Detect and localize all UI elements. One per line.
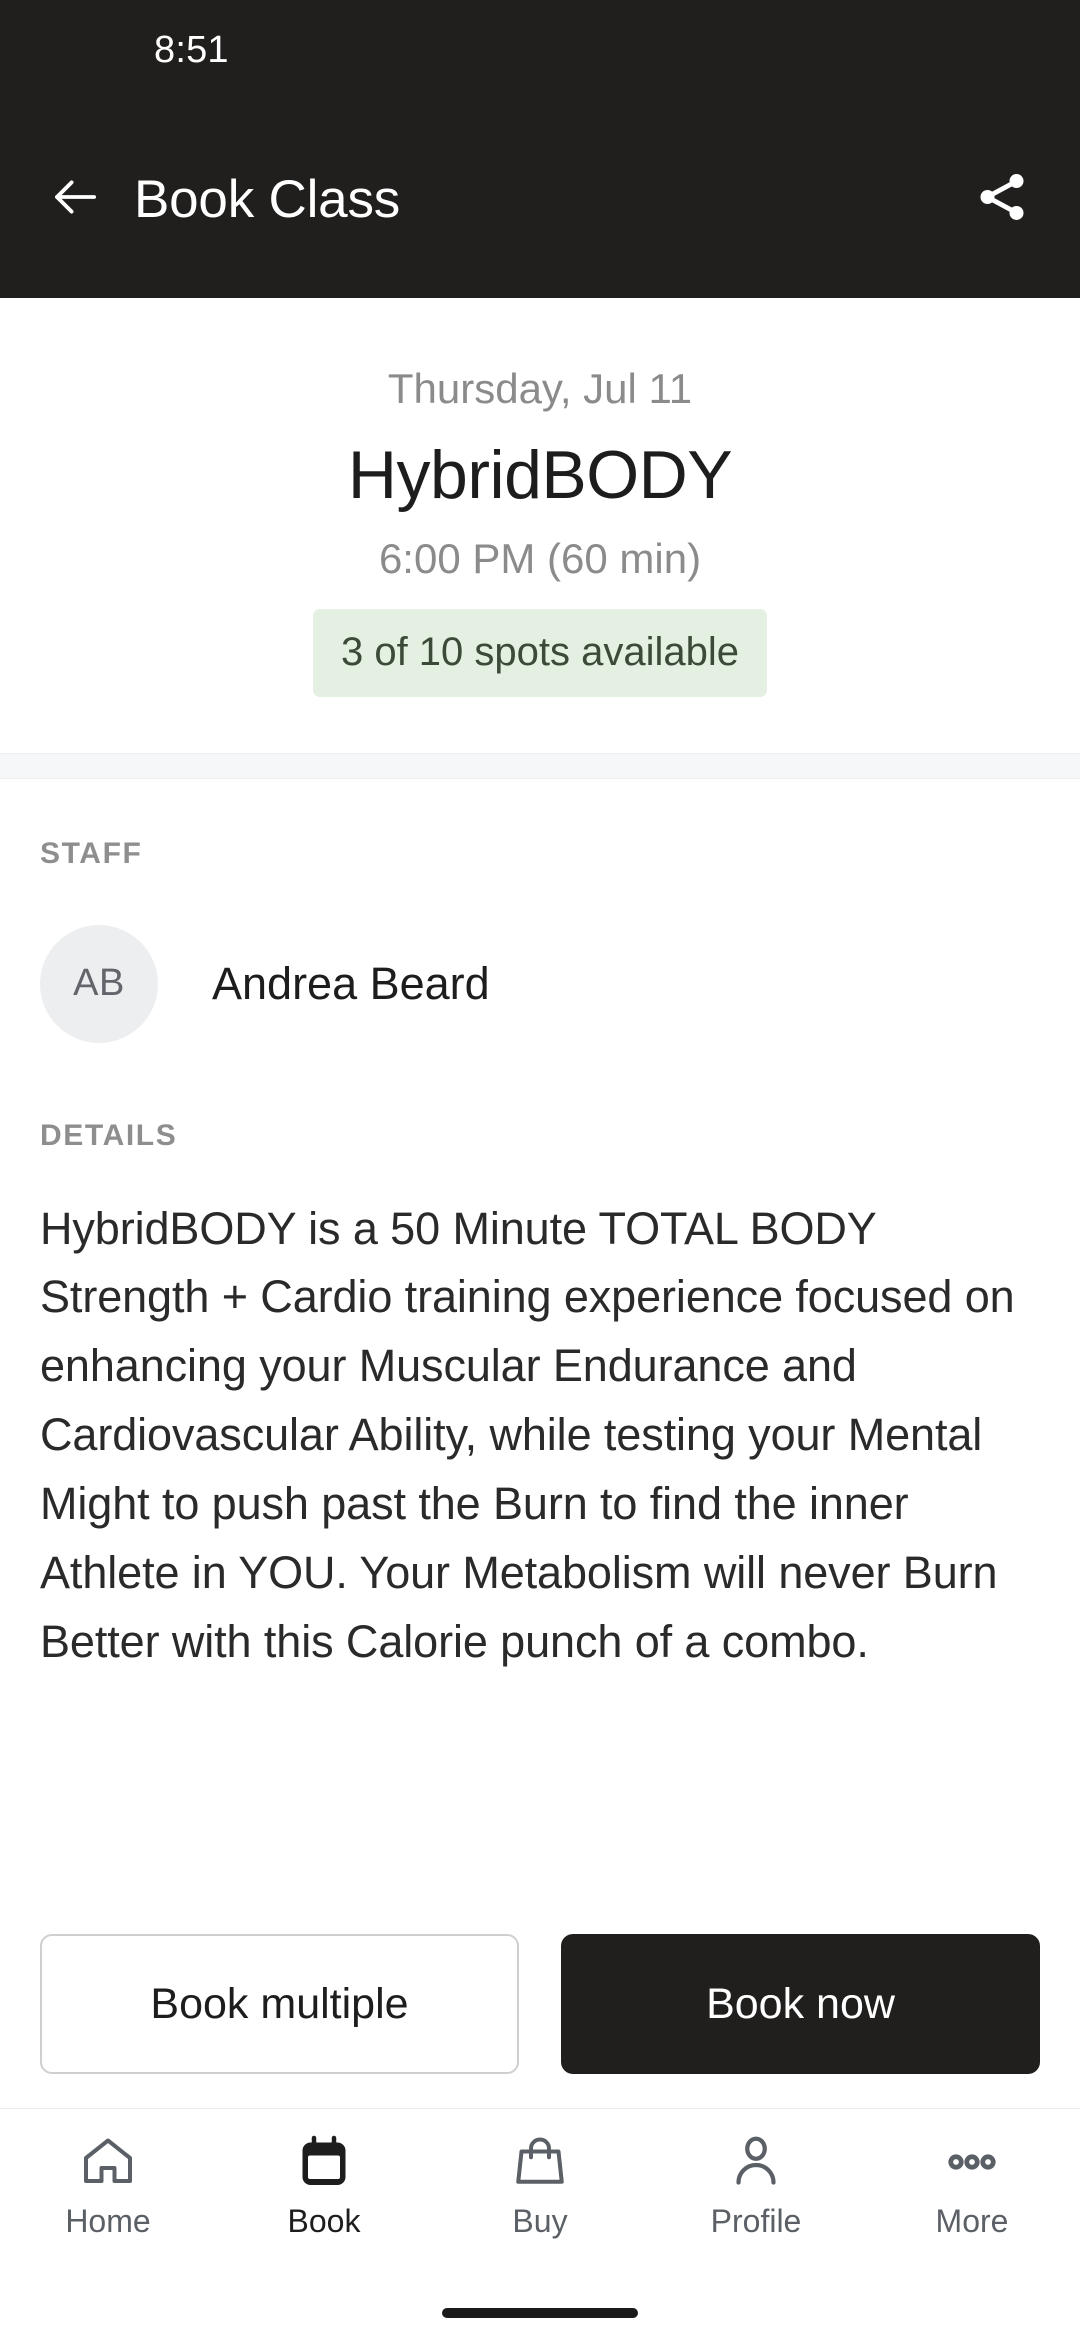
nav-item-home[interactable]: Home	[0, 2129, 216, 2237]
arrow-left-icon	[48, 170, 102, 229]
nav-item-book[interactable]: Book	[216, 2129, 432, 2237]
spots-available-badge: 3 of 10 spots available	[312, 608, 768, 697]
nav-label-book: Book	[287, 2203, 361, 2239]
status-bar: 8:51	[0, 0, 1080, 100]
staff-row[interactable]: AB Andrea Beard	[40, 924, 1040, 1043]
section-divider	[0, 752, 1080, 779]
home-indicator-area	[0, 2286, 1080, 2340]
class-name: HybridBODY	[347, 437, 733, 514]
class-hero: Thursday, Jul 11 HybridBODY 6:00 PM (60 …	[0, 298, 1080, 753]
nav-item-profile[interactable]: Profile	[648, 2129, 864, 2237]
status-bar-clock: 8:51	[154, 29, 229, 71]
content-area: STAFF AB Andrea Beard DETAILS HybridBODY…	[0, 779, 1080, 1934]
calendar-icon	[294, 2129, 354, 2195]
bottom-navigation: Home Book Buy Profile More	[0, 2108, 1080, 2286]
class-date: Thursday, Jul 11	[387, 365, 693, 412]
nav-label-profile: Profile	[710, 2203, 802, 2239]
book-multiple-button[interactable]: Book multiple	[40, 1934, 519, 2074]
nav-label-buy: Buy	[512, 2203, 568, 2239]
class-description: HybridBODY is a 50 Minute TOTAL BODY Str…	[40, 1202, 1015, 1667]
person-icon	[726, 2129, 786, 2195]
avatar-initials: AB	[73, 962, 125, 1005]
nav-label-home: Home	[65, 2203, 151, 2239]
avatar: AB	[40, 924, 158, 1043]
back-button[interactable]	[44, 168, 106, 230]
share-button[interactable]	[966, 163, 1038, 235]
class-time-duration: 6:00 PM (60 min)	[378, 535, 702, 583]
nav-label-more: More	[935, 2203, 1009, 2239]
page-title: Book Class	[134, 169, 401, 229]
app-bar: Book Class	[0, 100, 1080, 298]
nav-item-buy[interactable]: Buy	[432, 2129, 648, 2237]
staff-name: Andrea Beard	[212, 957, 490, 1009]
shopping-bag-icon	[510, 2129, 570, 2195]
ellipsis-icon	[942, 2129, 1002, 2195]
action-buttons: Book multiple Book now	[0, 1934, 1080, 2074]
home-indicator[interactable]	[442, 2308, 638, 2318]
details-section-label: DETAILS	[40, 1118, 178, 1152]
nav-item-more[interactable]: More	[864, 2129, 1080, 2237]
book-now-button[interactable]: Book now	[561, 1934, 1040, 2074]
staff-section-label: STAFF	[40, 836, 143, 870]
home-icon	[78, 2129, 138, 2195]
share-icon	[973, 168, 1031, 231]
app-screen: 8:51 Book Class Thursday, Jul 11 HybridB…	[0, 0, 1080, 2340]
